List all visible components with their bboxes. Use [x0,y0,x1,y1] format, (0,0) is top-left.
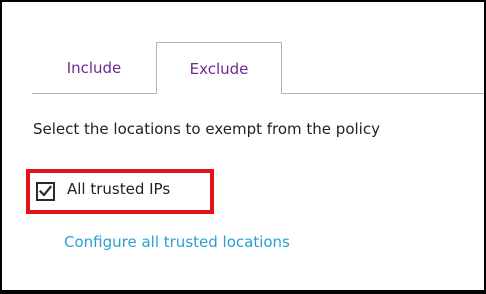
tab-include[interactable]: Include [32,42,156,93]
all-trusted-ips-checkbox[interactable] [36,182,55,201]
tab-exclude-label: Exclude [189,59,249,78]
check-icon [38,185,53,197]
tab-include-label: Include [66,58,122,77]
all-trusted-ips-label[interactable]: All trusted IPs [67,180,170,198]
exclude-instructions: Select the locations to exempt from the … [33,120,380,138]
configure-trusted-locations-link[interactable]: Configure all trusted locations [64,233,290,251]
location-tabs: Include Exclude [32,42,282,94]
tab-exclude[interactable]: Exclude [156,42,282,94]
dialog-frame: Include Exclude Select the locations to … [0,0,486,294]
